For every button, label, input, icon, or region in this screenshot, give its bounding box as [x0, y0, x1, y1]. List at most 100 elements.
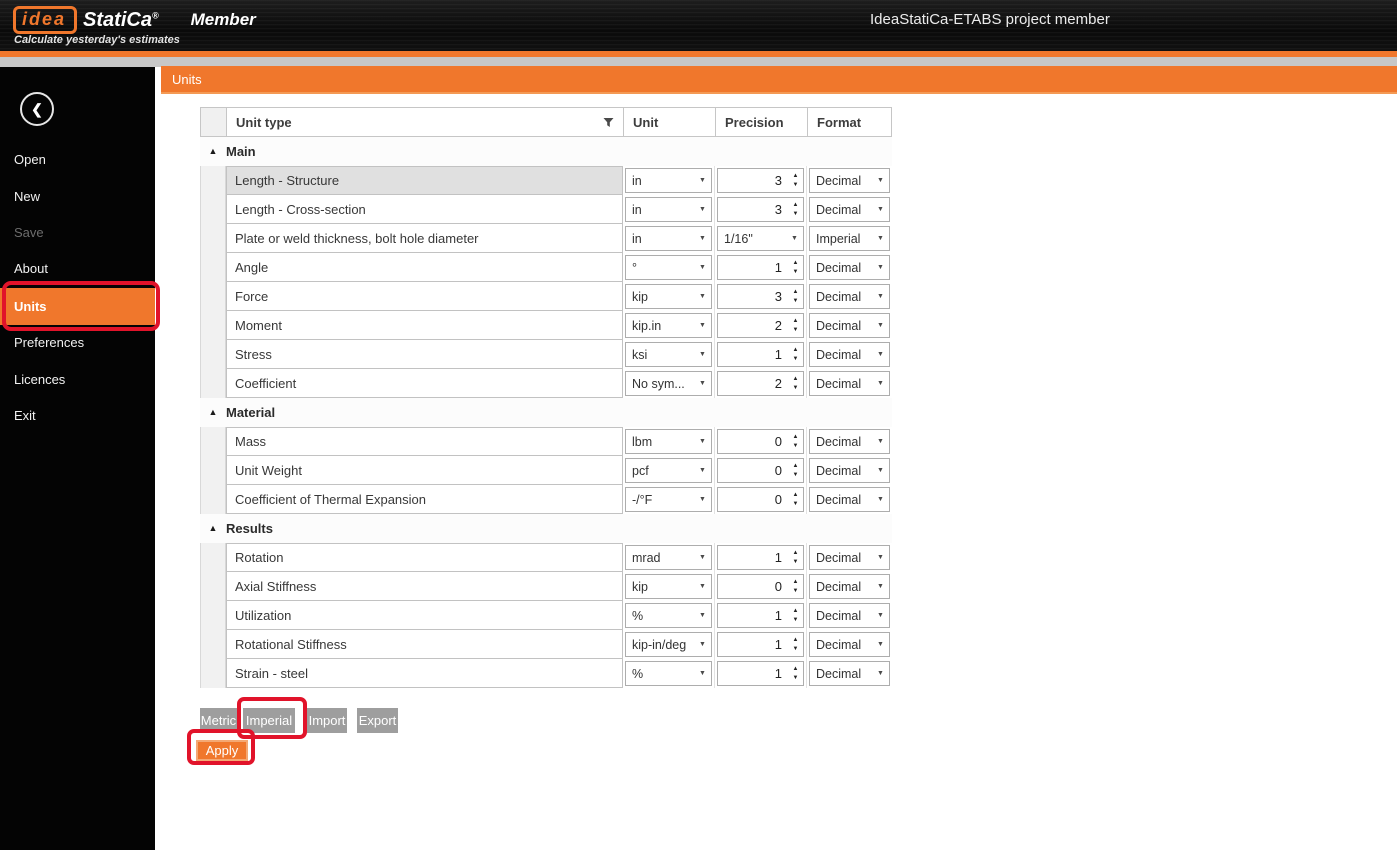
precision-spinner[interactable]: 2 ▲ ▼ — [717, 371, 804, 396]
unit-dropdown[interactable]: mrad ▼ — [625, 545, 712, 570]
unit-type-cell[interactable]: Utilization — [226, 601, 623, 630]
unit-dropdown[interactable]: -/°F ▼ — [625, 487, 712, 512]
spinner-down-icon[interactable]: ▼ — [793, 617, 799, 623]
format-dropdown[interactable]: Decimal ▼ — [809, 342, 890, 367]
sidebar-item-open[interactable]: Open — [14, 150, 144, 170]
precision-spinner[interactable]: 0 ▲ ▼ — [717, 487, 804, 512]
spinner-up-icon[interactable]: ▲ — [793, 202, 799, 208]
unit-type-cell[interactable]: Moment — [226, 311, 623, 340]
unit-type-cell[interactable]: Length - Structure — [226, 166, 623, 195]
export-button[interactable]: Export — [357, 708, 398, 733]
spinner-down-icon[interactable]: ▼ — [793, 298, 799, 304]
sidebar-item-preferences[interactable]: Preferences — [14, 333, 144, 353]
unit-type-cell[interactable]: Axial Stiffness — [226, 572, 623, 601]
collapse-icon[interactable]: ▲ — [200, 137, 226, 166]
unit-dropdown[interactable]: ° ▼ — [625, 255, 712, 280]
unit-type-cell[interactable]: Mass — [226, 427, 623, 456]
spinner-down-icon[interactable]: ▼ — [793, 501, 799, 507]
spinner-down-icon[interactable]: ▼ — [793, 559, 799, 565]
format-dropdown[interactable]: Decimal ▼ — [809, 574, 890, 599]
imperial-button[interactable]: Imperial — [243, 708, 295, 733]
unit-type-cell[interactable]: Stress — [226, 340, 623, 369]
precision-spinner[interactable]: 0 ▲ ▼ — [717, 429, 804, 454]
spinner-up-icon[interactable]: ▲ — [793, 637, 799, 643]
unit-dropdown[interactable]: lbm ▼ — [625, 429, 712, 454]
sidebar-item-exit[interactable]: Exit — [14, 406, 144, 426]
spinner-up-icon[interactable]: ▲ — [793, 550, 799, 556]
spinner-up-icon[interactable]: ▲ — [793, 376, 799, 382]
unit-type-cell[interactable]: Force — [226, 282, 623, 311]
unit-dropdown[interactable]: kip.in ▼ — [625, 313, 712, 338]
precision-spinner[interactable]: 0 ▲ ▼ — [717, 458, 804, 483]
precision-spinner[interactable]: 1 ▲ ▼ — [717, 342, 804, 367]
spinner-down-icon[interactable]: ▼ — [793, 327, 799, 333]
spinner-down-icon[interactable]: ▼ — [793, 385, 799, 391]
format-dropdown[interactable]: Decimal ▼ — [809, 313, 890, 338]
spinner-up-icon[interactable]: ▲ — [793, 666, 799, 672]
format-dropdown[interactable]: Decimal ▼ — [809, 632, 890, 657]
spinner-down-icon[interactable]: ▼ — [793, 356, 799, 362]
spinner-up-icon[interactable]: ▲ — [793, 318, 799, 324]
precision-spinner[interactable]: 1 ▲ ▼ — [717, 661, 804, 686]
apply-button[interactable]: Apply — [196, 740, 248, 761]
spinner-up-icon[interactable]: ▲ — [793, 173, 799, 179]
format-dropdown[interactable]: Decimal ▼ — [809, 168, 890, 193]
unit-type-cell[interactable]: Coefficient — [226, 369, 623, 398]
spinner-down-icon[interactable]: ▼ — [793, 269, 799, 275]
spinner-down-icon[interactable]: ▼ — [793, 646, 799, 652]
collapse-icon[interactable]: ▲ — [200, 514, 226, 543]
unit-dropdown[interactable]: in ▼ — [625, 168, 712, 193]
unit-type-cell[interactable]: Unit Weight — [226, 456, 623, 485]
unit-dropdown[interactable]: kip ▼ — [625, 284, 712, 309]
precision-spinner[interactable]: 3 ▲ ▼ — [717, 197, 804, 222]
format-dropdown[interactable]: Decimal ▼ — [809, 197, 890, 222]
format-dropdown[interactable]: Decimal ▼ — [809, 284, 890, 309]
unit-type-cell[interactable]: Rotational Stiffness — [226, 630, 623, 659]
unit-dropdown[interactable]: ksi ▼ — [625, 342, 712, 367]
format-dropdown[interactable]: Decimal ▼ — [809, 371, 890, 396]
precision-spinner[interactable]: 1 ▲ ▼ — [717, 545, 804, 570]
format-dropdown[interactable]: Decimal ▼ — [809, 458, 890, 483]
spinner-down-icon[interactable]: ▼ — [793, 472, 799, 478]
precision-spinner[interactable]: 1 ▲ ▼ — [717, 603, 804, 628]
spinner-down-icon[interactable]: ▼ — [793, 675, 799, 681]
unit-dropdown[interactable]: % ▼ — [625, 661, 712, 686]
unit-type-cell[interactable]: Coefficient of Thermal Expansion — [226, 485, 623, 514]
unit-dropdown[interactable]: kip ▼ — [625, 574, 712, 599]
spinner-down-icon[interactable]: ▼ — [793, 443, 799, 449]
precision-spinner[interactable]: 0 ▲ ▼ — [717, 574, 804, 599]
spinner-up-icon[interactable]: ▲ — [793, 260, 799, 266]
format-dropdown[interactable]: Imperial ▼ — [809, 226, 890, 251]
spinner-up-icon[interactable]: ▲ — [793, 434, 799, 440]
metric-button[interactable]: Metric — [200, 708, 237, 733]
unit-type-cell[interactable]: Angle — [226, 253, 623, 282]
precision-dropdown[interactable]: 1/16" ▼ — [717, 226, 804, 251]
sidebar-item-licences[interactable]: Licences — [14, 370, 144, 390]
sidebar-item-new[interactable]: New — [14, 187, 144, 207]
precision-spinner[interactable]: 3 ▲ ▼ — [717, 284, 804, 309]
spinner-up-icon[interactable]: ▲ — [793, 492, 799, 498]
unit-dropdown[interactable]: in ▼ — [625, 226, 712, 251]
import-button[interactable]: Import — [307, 708, 347, 733]
format-dropdown[interactable]: Decimal ▼ — [809, 487, 890, 512]
spinner-up-icon[interactable]: ▲ — [793, 579, 799, 585]
spinner-down-icon[interactable]: ▼ — [793, 182, 799, 188]
precision-spinner[interactable]: 1 ▲ ▼ — [717, 255, 804, 280]
back-button[interactable]: ❮ — [20, 92, 54, 126]
unit-dropdown[interactable]: kip-in/deg ▼ — [625, 632, 712, 657]
format-dropdown[interactable]: Decimal ▼ — [809, 661, 890, 686]
unit-type-cell[interactable]: Length - Cross-section — [226, 195, 623, 224]
unit-dropdown[interactable]: in ▼ — [625, 197, 712, 222]
spinner-down-icon[interactable]: ▼ — [793, 588, 799, 594]
sidebar-item-units[interactable]: Units — [0, 288, 155, 325]
spinner-up-icon[interactable]: ▲ — [793, 289, 799, 295]
spinner-up-icon[interactable]: ▲ — [793, 608, 799, 614]
unit-type-cell[interactable]: Strain - steel — [226, 659, 623, 688]
spinner-up-icon[interactable]: ▲ — [793, 463, 799, 469]
sidebar-item-about[interactable]: About — [14, 259, 144, 279]
unit-type-cell[interactable]: Plate or weld thickness, bolt hole diame… — [226, 224, 623, 253]
spinner-up-icon[interactable]: ▲ — [793, 347, 799, 353]
collapse-icon[interactable]: ▲ — [200, 398, 226, 427]
format-dropdown[interactable]: Decimal ▼ — [809, 545, 890, 570]
format-dropdown[interactable]: Decimal ▼ — [809, 429, 890, 454]
